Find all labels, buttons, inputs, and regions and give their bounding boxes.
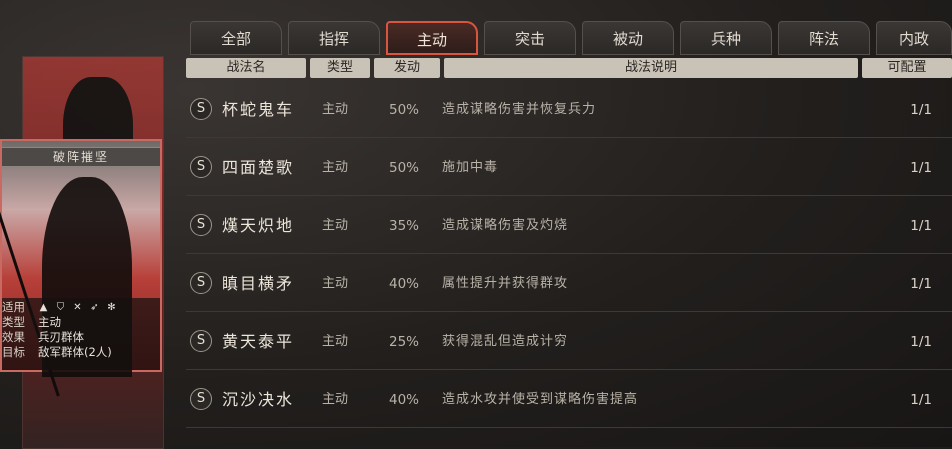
tactic-type: 主动 bbox=[322, 276, 349, 291]
effect-value: 兵刃群体 bbox=[38, 330, 84, 344]
tactic-config: 1/1 bbox=[910, 218, 932, 234]
tab-internal[interactable]: 内政 bbox=[876, 21, 952, 55]
tab-all[interactable]: 全部 bbox=[190, 21, 282, 55]
target-label: 目标 bbox=[2, 345, 25, 359]
tactic-desc: 造成谋略伤害及灼烧 bbox=[442, 218, 569, 233]
tactic-config: 1/1 bbox=[910, 160, 932, 176]
tactic-desc: 施加中毒 bbox=[442, 160, 499, 175]
tactic-type: 主动 bbox=[322, 334, 349, 349]
card-info-panel: 适用 ▲ ⛉ ✕ ➶ ✻ 类型 主动 效果 兵刃群体 目标 敌军群体(2人) bbox=[2, 298, 160, 370]
grade-s-icon: S bbox=[190, 272, 212, 294]
tactic-rate: 50% bbox=[389, 102, 420, 118]
tactic-desc: 造成水攻并使受到谋略伤害提高 bbox=[442, 392, 639, 407]
bow-icon: ➶ bbox=[90, 302, 99, 313]
tactic-row[interactable]: S 沉沙决水 主动 40% 造成水攻并使受到谋略伤害提高 1/1 bbox=[186, 372, 952, 428]
col-header-desc: 战法说明 bbox=[444, 58, 858, 78]
tactic-row[interactable]: S 杯蛇鬼车 主动 50% 造成谋略伤害并恢复兵力 1/1 bbox=[186, 82, 952, 138]
tactic-name: 沉沙决水 bbox=[222, 390, 295, 409]
wheel-icon: ✻ bbox=[107, 302, 116, 313]
tactic-row[interactable]: S 瞋目横矛 主动 40% 属性提升并获得群攻 1/1 bbox=[186, 256, 952, 312]
tactic-rate: 40% bbox=[389, 392, 420, 408]
grade-s-icon: S bbox=[190, 330, 212, 352]
tactic-type: 主动 bbox=[322, 160, 349, 175]
tab-assault[interactable]: 突击 bbox=[484, 21, 576, 55]
tactic-desc: 获得混乱但造成计穷 bbox=[442, 334, 569, 349]
tactic-rate: 25% bbox=[389, 334, 420, 350]
tactic-config: 1/1 bbox=[910, 334, 932, 350]
tactic-type: 主动 bbox=[322, 218, 349, 233]
tactic-name: 黄天泰平 bbox=[222, 332, 295, 351]
tactic-row[interactable]: S 四面楚歌 主动 50% 施加中毒 1/1 bbox=[186, 140, 952, 196]
shield-icon: ⛉ bbox=[56, 302, 65, 313]
tactic-type: 主动 bbox=[322, 102, 349, 117]
tactic-row[interactable]: S 熯天炽地 主动 35% 造成谋略伤害及灼烧 1/1 bbox=[186, 198, 952, 254]
tactic-name: 熯天炽地 bbox=[222, 216, 295, 235]
col-header-config[interactable]: 可配置 bbox=[862, 58, 952, 78]
grade-s-icon: S bbox=[190, 156, 212, 178]
tactic-config: 1/1 bbox=[910, 392, 932, 408]
effect-label: 效果 bbox=[2, 330, 25, 344]
tactic-config: 1/1 bbox=[910, 276, 932, 292]
col-header-name[interactable]: 战法名 bbox=[186, 58, 306, 78]
tactic-config: 1/1 bbox=[910, 102, 932, 118]
grade-s-icon: S bbox=[190, 98, 212, 120]
type-label: 类型 bbox=[2, 315, 25, 329]
tactic-name: 瞋目横矛 bbox=[222, 274, 295, 293]
tactic-card[interactable]: 破阵摧坚 适用 ▲ ⛉ ✕ ➶ ✻ 类型 主动 效果 兵刃群体 目标 敌军群体(… bbox=[0, 139, 162, 397]
target-value: 敌军群体(2人) bbox=[38, 345, 112, 359]
crossed-swords-icon: ✕ bbox=[73, 302, 82, 313]
tactic-rate: 40% bbox=[389, 276, 420, 292]
tab-formation[interactable]: 阵法 bbox=[778, 21, 870, 55]
tab-passive[interactable]: 被动 bbox=[582, 21, 674, 55]
applies-label: 适用 bbox=[2, 300, 25, 314]
card-title: 破阵摧坚 bbox=[2, 147, 160, 167]
tactic-row[interactable]: S 黄天泰平 主动 25% 获得混乱但造成计穷 1/1 bbox=[186, 314, 952, 370]
tab-active[interactable]: 主动 bbox=[386, 21, 478, 55]
col-header-rate[interactable]: 发动 bbox=[374, 58, 440, 78]
tab-command[interactable]: 指挥 bbox=[288, 21, 380, 55]
tactic-name: 四面楚歌 bbox=[222, 158, 295, 177]
col-header-type[interactable]: 类型 bbox=[310, 58, 370, 78]
tactic-rate: 50% bbox=[389, 160, 420, 176]
cavalry-icon: ▲ bbox=[39, 302, 48, 313]
tactic-name: 杯蛇鬼车 bbox=[222, 100, 295, 119]
unit-icons: ▲ ⛉ ✕ ➶ ✻ bbox=[38, 300, 117, 315]
tactic-desc: 造成谋略伤害并恢复兵力 bbox=[442, 102, 597, 117]
category-tabs: 全部 指挥 主动 突击 被动 兵种 阵法 内政 bbox=[190, 21, 952, 55]
tab-troop[interactable]: 兵种 bbox=[680, 21, 772, 55]
type-value: 主动 bbox=[38, 315, 61, 329]
tactic-desc: 属性提升并获得群攻 bbox=[442, 276, 569, 291]
tactic-rate: 35% bbox=[389, 218, 420, 234]
grade-s-icon: S bbox=[190, 388, 212, 410]
grade-s-icon: S bbox=[190, 214, 212, 236]
tactic-type: 主动 bbox=[322, 392, 349, 407]
